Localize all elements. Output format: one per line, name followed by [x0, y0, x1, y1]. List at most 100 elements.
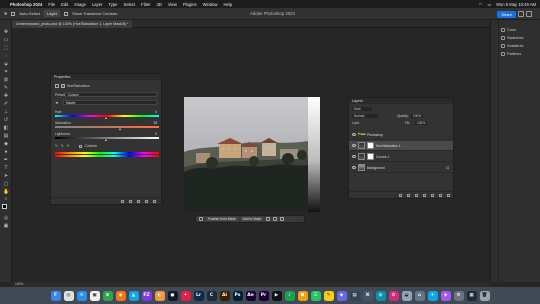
delete-icon[interactable] — [153, 200, 156, 203]
preset-dropdown[interactable]: Custom — [65, 92, 157, 97]
clone-stamp-tool-icon[interactable]: ⊥ — [3, 110, 9, 115]
dock-app-icon[interactable]: ◒ — [401, 290, 412, 301]
gradient-tool-icon[interactable]: ▤ — [3, 134, 9, 139]
saturation-slider[interactable] — [55, 126, 159, 128]
dock-app-icon[interactable]: ◐ — [154, 290, 165, 301]
dock-app-icon[interactable]: ◈ — [440, 290, 451, 301]
layer-row[interactable]: ▸▬ Photoshop — [349, 130, 453, 140]
clip-to-layer-icon[interactable] — [121, 200, 124, 203]
hue-slider-thumb[interactable] — [105, 117, 107, 119]
eye-icon[interactable] — [352, 155, 356, 158]
menu-filter[interactable]: Filter — [141, 2, 150, 7]
dock-app-icon[interactable]: ⬢ — [297, 290, 308, 301]
artboard-tool-icon[interactable]: ▭ — [3, 38, 9, 43]
properties-title[interactable]: Properties — [51, 74, 161, 80]
view-previous-icon[interactable] — [129, 200, 132, 203]
eyedropper-tool-icon[interactable]: ✎ — [3, 86, 9, 91]
eye-icon[interactable] — [352, 133, 356, 136]
shape-tool-icon[interactable]: ▢ — [3, 182, 9, 187]
dock-app-icon[interactable]: 🗑 — [479, 290, 490, 301]
layer-select-dropdown[interactable]: Layer — [44, 10, 61, 17]
channel-dropdown[interactable]: Master — [63, 100, 157, 105]
feather-from-mask-button[interactable]: Feather from Mask — [206, 217, 238, 221]
dock-app-icon[interactable]: F — [50, 290, 61, 301]
saturation-value[interactable]: 28 — [153, 121, 157, 125]
document-canvas[interactable] — [184, 97, 320, 212]
menu-plugins[interactable]: Plugins — [183, 2, 197, 7]
invert-icon[interactable] — [266, 217, 270, 221]
marquee-tool-icon[interactable]: ⬚ — [3, 46, 9, 51]
eyedropper-icon[interactable]: ✎ — [55, 144, 58, 148]
trash-icon[interactable] — [447, 194, 450, 197]
dock-app-icon[interactable]: FZ — [141, 290, 152, 301]
dock-app-icon[interactable]: ● — [167, 290, 178, 301]
path-select-tool-icon[interactable]: ➤ — [3, 174, 9, 179]
dock-app-icon[interactable]: ⌂ — [414, 290, 425, 301]
opacity-field[interactable]: 100% — [411, 114, 424, 118]
dock-app-icon[interactable]: Ai — [219, 290, 230, 301]
screen-mode-icon[interactable]: ▣ — [3, 224, 9, 229]
dock-app-icon[interactable]: ✿ — [388, 290, 399, 301]
dock-app-icon[interactable]: Pr — [258, 290, 269, 301]
dock-app-icon[interactable]: ⊕ — [102, 290, 113, 301]
layers-title[interactable]: Layers — [349, 98, 453, 104]
menu-type[interactable]: Type — [108, 2, 117, 7]
blend-mode-dropdown[interactable]: Normal — [352, 114, 378, 118]
wifi-icon[interactable]: ◠ — [479, 2, 483, 7]
dock-app-icon[interactable]: ▶ — [271, 290, 282, 301]
menu-select[interactable]: Select — [124, 2, 136, 7]
eye-icon[interactable] — [352, 166, 356, 169]
new-layer-icon[interactable] — [439, 194, 442, 197]
dock-app-icon[interactable]: ♪ — [284, 290, 295, 301]
dock-app-icon[interactable]: Ae — [245, 290, 256, 301]
menu-help[interactable]: Help — [224, 2, 233, 7]
adjustment-layer-icon[interactable] — [423, 194, 426, 197]
dock-app-icon[interactable]: C — [206, 290, 217, 301]
foreground-color-swatch[interactable] — [2, 204, 7, 209]
spot-healing-tool-icon[interactable]: ✚ — [3, 94, 9, 99]
fx-icon[interactable] — [407, 194, 410, 197]
select-icon[interactable] — [273, 217, 277, 221]
dock-app-icon[interactable]: Ps — [232, 290, 243, 301]
dock-app-icon[interactable]: ▲ — [128, 290, 139, 301]
dock-app-icon[interactable]: ✦ — [180, 290, 191, 301]
menu-3d[interactable]: 3D — [156, 2, 161, 7]
history-brush-tool-icon[interactable]: ↺ — [3, 118, 9, 123]
quick-mask-icon[interactable]: ◎ — [3, 216, 9, 221]
visibility-icon[interactable] — [145, 200, 148, 203]
mask-icon[interactable] — [61, 84, 65, 88]
zoom-tool-icon[interactable]: ⌕ — [3, 197, 9, 202]
dock-app-icon[interactable]: ◍ — [375, 290, 386, 301]
dock-app-icon[interactable]: ◆ — [336, 290, 347, 301]
dock-app-icon[interactable]: ⚙ — [453, 290, 464, 301]
hue-slider[interactable] — [55, 115, 159, 117]
menu-edit[interactable]: Edit — [61, 2, 68, 7]
eyedropper-subtract-icon[interactable]: ✎ — [67, 144, 70, 148]
colorize-checkbox[interactable] — [78, 144, 82, 148]
eyedropper-add-icon[interactable]: ✎ — [61, 144, 64, 148]
dock-app-icon[interactable]: Lr — [193, 290, 204, 301]
add-mask-icon[interactable] — [415, 194, 418, 197]
hand-adjust-icon[interactable]: ☚ — [55, 101, 58, 105]
move-tool-icon[interactable]: ✥ — [4, 11, 7, 16]
filter-kind-dropdown[interactable]: Kind — [352, 107, 372, 111]
reset-icon[interactable] — [137, 200, 140, 203]
menu-view[interactable]: View — [168, 2, 177, 7]
menu-file[interactable]: File — [48, 2, 55, 7]
object-select-tool-icon[interactable]: ⬙ — [3, 62, 9, 67]
mask-thumbnail[interactable] — [367, 142, 374, 149]
crop-tool-icon[interactable]: ⌗ — [3, 70, 9, 75]
panel-gradients[interactable]: Gradients — [501, 44, 523, 48]
eraser-tool-icon[interactable]: ◧ — [3, 126, 9, 131]
hue-value[interactable]: 0 — [155, 110, 157, 114]
add-to-mask-button[interactable]: Add to Mask — [240, 217, 263, 221]
layer-row[interactable]: Curves 1 — [349, 152, 453, 162]
dock-app-icon[interactable]: ▣ — [89, 290, 100, 301]
auto-select-checkbox[interactable] — [11, 11, 16, 16]
brush-icon[interactable] — [199, 217, 203, 221]
new-group-icon[interactable] — [431, 194, 434, 197]
search-icon[interactable] — [518, 11, 524, 17]
type-tool-icon[interactable]: T — [3, 166, 9, 171]
dock-app-icon[interactable]: ▦ — [466, 290, 477, 301]
panel-swatches[interactable]: Swatches — [501, 36, 523, 40]
